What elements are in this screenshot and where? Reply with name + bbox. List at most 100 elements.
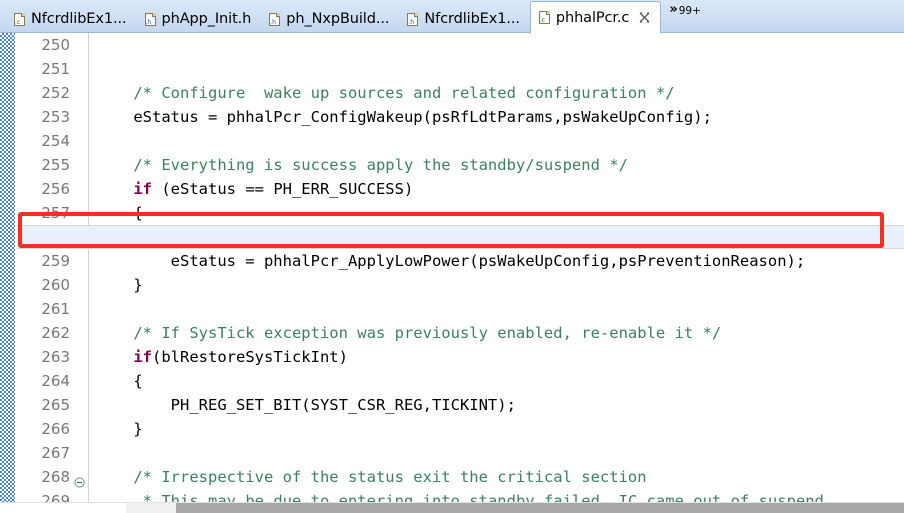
code-line[interactable]: if (eStatus == PH_ERR_SUCCESS) [90, 177, 904, 201]
line-number-text: 255 [41, 156, 70, 174]
code-line[interactable]: if(blRestoreSysTickInt) [90, 345, 904, 369]
tab-label: ph_NxpBuild... [286, 11, 390, 27]
line-number-text: 258 [41, 228, 70, 246]
h-header-file-icon: .h [144, 12, 156, 26]
line-number: 257 [17, 201, 88, 225]
line-number-text: 265 [41, 396, 70, 414]
code-line[interactable]: eStatus = phhalPcr_ConfigWakeup(psRfLdtP… [90, 105, 904, 129]
code-token-plain: } [96, 276, 143, 294]
line-number: 266 [17, 417, 88, 441]
code-line[interactable]: eStatus = phhalPcr_ApplyLowPower(psWakeU… [90, 249, 904, 273]
line-number: 267 [17, 441, 88, 465]
line-number-text: 262 [41, 324, 70, 342]
code-line[interactable] [90, 441, 904, 465]
tab-label: phhalPcr.c [555, 9, 630, 26]
line-number-text: 267 [41, 444, 70, 462]
line-number-text: 268 [41, 468, 70, 486]
code-line[interactable] [90, 33, 904, 57]
code-token-comment: /* If SysTick exception was previously e… [133, 324, 722, 342]
line-number: 263 [17, 345, 88, 369]
code-token-plain: (blRestoreSysTickInt) [152, 348, 348, 366]
line-number: 261 [17, 297, 88, 321]
annotation-ruler[interactable] [0, 33, 16, 513]
code-line[interactable] [90, 297, 904, 321]
line-number-gutter[interactable]: 250 251 252 253 254 255 256 257 258 259 260 261 262 2… [17, 33, 89, 513]
code-line[interactable]: } [90, 417, 904, 441]
code-token-plain: PH_REG_SET_BIT(SYST_CSR_REG,TICKINT); [96, 396, 516, 414]
tab-overflow-count: 99+ [678, 5, 701, 17]
close-icon[interactable] [639, 12, 650, 23]
code-token-plain: (eStatus == PH_ERR_SUCCESS) [152, 180, 414, 198]
code-line[interactable]: /* Configure wake up sources and related… [90, 81, 904, 105]
line-number: 250 [17, 33, 88, 57]
editor-tab-phapp-init-h[interactable]: .h phApp_Init.h [137, 5, 262, 33]
line-number: 268 [17, 465, 88, 489]
tab-overflow-button[interactable]: » 99+ [661, 0, 707, 33]
line-number: 251 [17, 57, 88, 81]
code-token-comment: /* Configure wake up sources and related… [133, 84, 675, 102]
line-number-text: 254 [41, 132, 70, 150]
h-header-file-icon: .h [407, 12, 419, 26]
horizontal-scrollbar[interactable] [0, 502, 904, 513]
code-token-plain: { [96, 372, 143, 390]
editor-window: .c NfcrdlibEx1... .h phApp_Init.h .h ph_NxpBu… [0, 0, 904, 513]
editor-tab-bar: .c NfcrdlibEx1... .h phApp_Init.h .h ph_NxpBu… [0, 0, 904, 34]
scrollbar-track-left [0, 503, 126, 513]
line-number-text: 264 [41, 372, 70, 390]
tab-label: NfcrdlibEx1... [31, 11, 127, 27]
code-line[interactable]: { [90, 369, 904, 393]
fold-collapse-icon[interactable] [74, 471, 85, 488]
code-line[interactable]: PH_REG_SET_BIT(SYST_CSR_REG,TICKINT); [90, 393, 904, 417]
code-text-area[interactable]: /* Configure wake up sources and related… [90, 33, 904, 513]
editor-tab-phhalpcr-c[interactable]: .c phhalPcr.c [529, 1, 662, 34]
line-number-text: 263 [41, 348, 70, 366]
code-token-plain: phhalPcr_ReducePowerConsumption(gdwphhal… [96, 228, 787, 246]
line-number: 260 [17, 273, 88, 297]
code-line[interactable]: { [90, 201, 904, 225]
double-right-chevron-icon: » [669, 2, 678, 17]
line-number: 253 [17, 105, 88, 129]
code-token-keyword: if [133, 180, 152, 198]
line-number-text: 253 [41, 108, 70, 126]
code-token-keyword: if [133, 348, 152, 366]
code-line[interactable]: phhalPcr_ReducePowerConsumption(gdwphhal… [90, 225, 904, 249]
line-number-text: 266 [41, 420, 70, 438]
line-number-text: 250 [41, 36, 70, 54]
line-number: 255 [17, 153, 88, 177]
code-line[interactable]: } [90, 273, 904, 297]
tab-list: .c NfcrdlibEx1... .h phApp_Init.h .h ph_NxpBu… [0, 0, 904, 34]
code-line[interactable]: /* Everything is success apply the stand… [90, 153, 904, 177]
line-number: 254 [17, 129, 88, 153]
editor-tab-nfcrdlibex1[interactable]: .h NfcrdlibEx1... [399, 5, 530, 33]
tab-label: NfcrdlibEx1... [424, 11, 520, 27]
line-number: 265 [17, 393, 88, 417]
code-line[interactable]: /* Irrespective of the status exit the c… [90, 465, 904, 489]
c-source-file-icon: .c [14, 12, 25, 26]
c-source-file-icon: .c [538, 11, 550, 24]
line-number-text: 259 [41, 252, 70, 270]
code-line[interactable] [90, 57, 904, 81]
line-number-text: 257 [41, 204, 70, 222]
code-line[interactable] [90, 129, 904, 153]
source-editor[interactable]: 250 251 252 253 254 255 256 257 258 259 260 261 262 2… [0, 33, 904, 513]
code-token-plain: eStatus = phhalPcr_ConfigWakeup(psRfLdtP… [96, 108, 712, 126]
line-number-text: 256 [41, 180, 70, 198]
code-token-comment: /* Irrespective of the status exit the c… [133, 468, 647, 486]
scrollbar-thumb[interactable] [176, 503, 904, 513]
line-number-text: 252 [41, 84, 70, 102]
line-number: 252 [17, 81, 88, 105]
code-token-comment: /* Everything is success apply the stand… [133, 156, 628, 174]
line-number-text: 260 [41, 276, 70, 294]
line-number-text: 261 [41, 300, 70, 318]
code-line[interactable]: /* If SysTick exception was previously e… [90, 321, 904, 345]
code-token-plain: } [96, 420, 143, 438]
line-number: 256 [17, 177, 88, 201]
code-token-plain: eStatus = phhalPcr_ApplyLowPower(psWakeU… [96, 252, 806, 270]
editor-tab-ph-nxpbuild[interactable]: .h ph_NxpBuild... [261, 5, 399, 33]
editor-tab-nfcrdlibex1[interactable]: .c NfcrdlibEx1... [6, 5, 137, 33]
